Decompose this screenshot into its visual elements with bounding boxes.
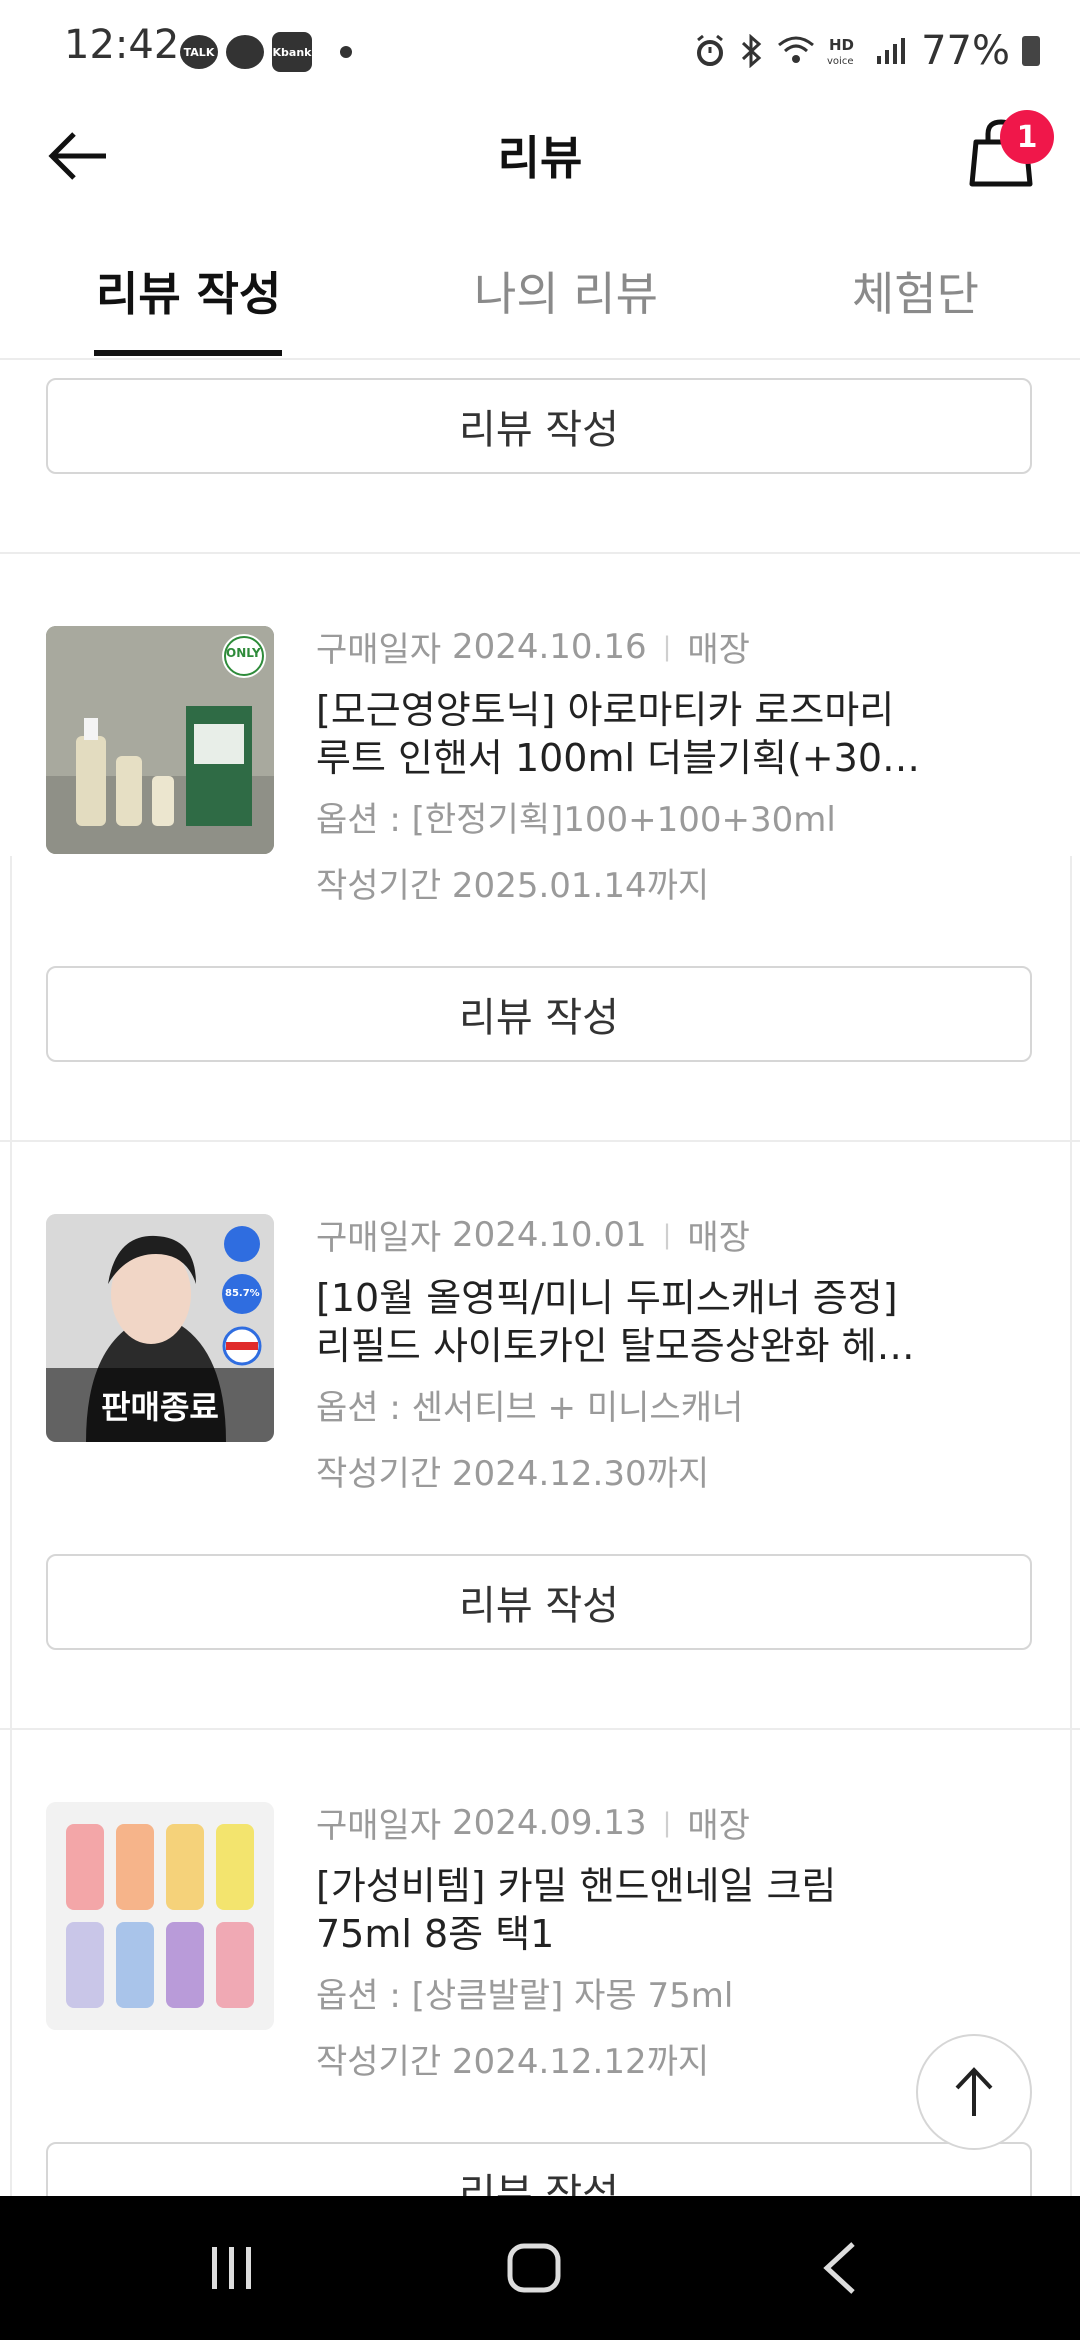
chat-icon	[226, 35, 264, 69]
product-image	[46, 626, 274, 854]
purchase-label: 구매일자	[316, 630, 442, 670]
scroll-to-top-button[interactable]	[916, 2034, 1032, 2150]
write-review-button[interactable]: 리뷰 작성	[46, 378, 1032, 474]
write-review-button[interactable]: 리뷰 작성	[46, 966, 1032, 1062]
thumbnail-badge-text: ONLY	[226, 646, 261, 660]
review-deadline: 작성기간 2025.01.14까지	[316, 866, 710, 906]
purchase-channel: 매장	[687, 1218, 750, 1258]
product-name-line2: 리필드 사이토카인 탈모증상완화 헤…	[316, 1324, 915, 1368]
battery-icon	[1022, 36, 1040, 66]
product-option: 옵션 : [한정기획]100+100+30ml	[316, 800, 836, 840]
meta-separator: |	[662, 631, 672, 662]
bluetooth-icon	[742, 34, 762, 68]
side-border-left	[10, 856, 12, 2196]
product-option: 옵션 : [상큼발랄] 자몽 75ml	[316, 1976, 734, 2016]
home-button[interactable]	[494, 2236, 574, 2300]
app-header: 리뷰 1	[0, 100, 1080, 210]
thumbnail-badge-text: 85.7%	[225, 1288, 260, 1299]
system-navigation-bar	[0, 2196, 1080, 2340]
purchase-channel: 매장	[687, 630, 750, 670]
product-name-line1: [모근영양토닉] 아로마티카 로즈마리	[316, 688, 895, 732]
purchase-date: 2024.10.01	[451, 1214, 647, 1255]
home-icon	[507, 2243, 561, 2293]
product-thumbnail[interactable]: 85.7% 판매종료	[46, 1214, 274, 1442]
tab-my-reviews[interactable]: 나의 리뷰	[474, 258, 658, 324]
active-tab-indicator	[94, 350, 282, 356]
purchase-date: 2024.10.16	[451, 626, 647, 667]
tab-write-review[interactable]: 리뷰 작성	[96, 258, 281, 324]
write-review-button[interactable]: 리뷰 작성	[46, 1554, 1032, 1650]
product-name-line2: 75ml 8종 택1	[316, 1912, 555, 1956]
product-thumbnail[interactable]: ONLY	[46, 626, 274, 854]
purchase-date: 2024.09.13	[451, 1802, 647, 1843]
recent-apps-icon	[212, 2247, 251, 2289]
status-time: 12:42	[64, 22, 180, 68]
arrow-up-icon	[955, 2067, 993, 2116]
kbank-icon: Kbank	[272, 32, 312, 72]
signal-icon	[877, 38, 906, 64]
review-deadline: 작성기간 2024.12.12까지	[316, 2042, 710, 2082]
product-name[interactable]: [10월 올영픽/미니 두피스캐너 증정] 리필드 사이토카인 탈모증상완화 헤…	[316, 1274, 956, 1370]
review-tabs: 리뷰 작성 나의 리뷰 체험단	[0, 228, 1080, 360]
purchase-info: 구매일자 2024.10.01 | 매장	[316, 1210, 750, 1259]
product-name[interactable]: [모근영양토닉] 아로마티카 로즈마리 루트 인핸서 100ml 더블기획(+3…	[316, 686, 956, 782]
product-thumbnail[interactable]	[46, 1802, 274, 2030]
section-divider	[0, 552, 1080, 554]
notification-icons: TALK Kbank	[180, 32, 352, 72]
svg-text:HD: HD	[829, 36, 854, 54]
product-option: 옵션 : 센서티브 + 미니스캐너	[316, 1388, 744, 1428]
page-title: 리뷰	[497, 131, 583, 185]
product-name[interactable]: [가성비템] 카밀 핸드앤네일 크림 75ml 8종 택1	[316, 1862, 956, 1958]
cart-count-badge: 1	[1000, 110, 1054, 164]
product-image	[46, 1802, 274, 2030]
purchase-channel: 매장	[687, 1806, 750, 1846]
hd-voice-icon: HD voice	[827, 36, 854, 67]
sold-out-label: 판매종료	[46, 1368, 274, 1442]
system-icons: HD voice 77%	[693, 28, 1040, 74]
product-name-line1: [가성비템] 카밀 핸드앤네일 크림	[316, 1864, 837, 1908]
purchase-label: 구매일자	[316, 1806, 442, 1846]
purchase-label: 구매일자	[316, 1218, 442, 1258]
more-notifications-dot	[340, 46, 352, 58]
tab-experience-group[interactable]: 체험단	[852, 258, 979, 324]
status-bar: 12:42 TALK Kbank HD voice 77%	[0, 0, 1080, 100]
system-back-button[interactable]	[800, 2236, 880, 2300]
recent-apps-button[interactable]	[192, 2236, 272, 2300]
product-name-line1: [10월 올영픽/미니 두피스캐너 증정]	[316, 1276, 898, 1320]
section-divider	[0, 1728, 1080, 1730]
svg-text:voice: voice	[827, 56, 853, 67]
kakaotalk-icon: TALK	[180, 35, 218, 69]
purchase-info: 구매일자 2024.09.13 | 매장	[316, 1798, 750, 1847]
review-deadline: 작성기간 2024.12.30까지	[316, 1454, 710, 1494]
wifi-icon	[778, 36, 815, 63]
section-divider	[0, 1140, 1080, 1142]
meta-separator: |	[662, 1807, 672, 1838]
alarm-icon	[697, 34, 724, 66]
meta-separator: |	[662, 1219, 672, 1250]
product-name-line2: 루트 인핸서 100ml 더블기획(+30m…	[316, 736, 936, 780]
side-border-right	[1070, 856, 1072, 2196]
battery-percent: 77%	[921, 28, 1010, 74]
purchase-info: 구매일자 2024.10.16 | 매장	[316, 622, 750, 671]
nav-back-icon	[823, 2242, 855, 2294]
